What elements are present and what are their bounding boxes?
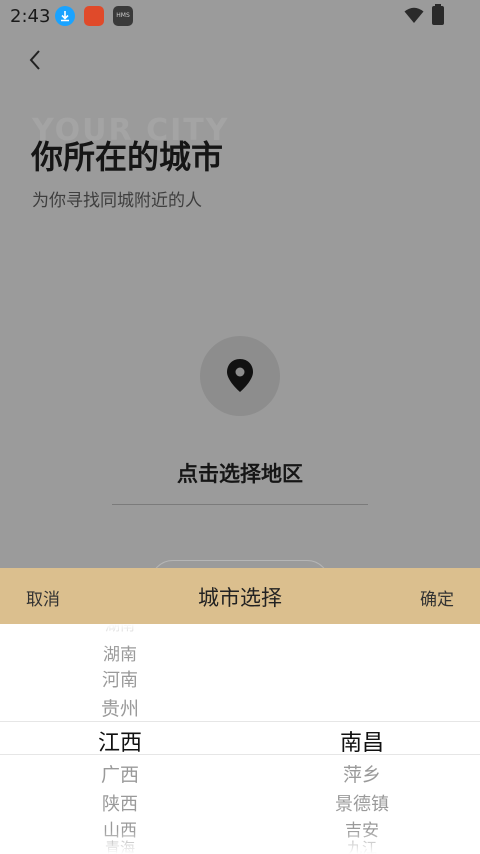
location-button[interactable]: [200, 336, 280, 416]
picker-header: 取消 城市选择 确定: [0, 568, 480, 624]
province-item[interactable]: 贵州: [60, 694, 180, 721]
battery-icon: [432, 4, 444, 25]
city-item[interactable]: 景德镇: [302, 790, 422, 816]
picker-body: 湖南 湖南 河南 贵州 江西 广西 陕西 山西 青海 南昌 萍乡 景德镇 吉安 …: [0, 624, 480, 854]
city-item-selected[interactable]: 南昌: [302, 725, 422, 757]
city-item[interactable]: 萍乡: [302, 760, 422, 787]
region-underline: [112, 504, 368, 505]
select-region-button[interactable]: 点击选择地区: [112, 458, 368, 488]
location-pin-icon: [227, 359, 253, 392]
download-icon: [55, 6, 75, 26]
page-subtitle: 为你寻找同城附近的人: [32, 191, 202, 211]
app-icon: [84, 6, 104, 26]
hms-icon: HMS: [113, 6, 133, 26]
province-item[interactable]: 陕西: [60, 790, 180, 816]
picker-title: 城市选择: [198, 586, 282, 610]
confirm-button[interactable]: 确定: [420, 585, 454, 610]
province-item[interactable]: 河南: [60, 666, 180, 692]
province-item-selected[interactable]: 江西: [60, 725, 180, 757]
status-bar: 2:43 HMS: [0, 0, 480, 32]
province-item[interactable]: 广西: [60, 760, 180, 787]
wifi-icon: [404, 7, 424, 23]
page-title: 你所在的城市: [31, 138, 224, 176]
selection-line-top: [0, 721, 480, 722]
picker-fade-bottom: [0, 830, 480, 854]
picker-fade-top: [0, 624, 480, 648]
back-button[interactable]: [22, 46, 50, 74]
back-chevron-icon: [29, 50, 40, 70]
status-time: 2:43: [10, 6, 51, 27]
